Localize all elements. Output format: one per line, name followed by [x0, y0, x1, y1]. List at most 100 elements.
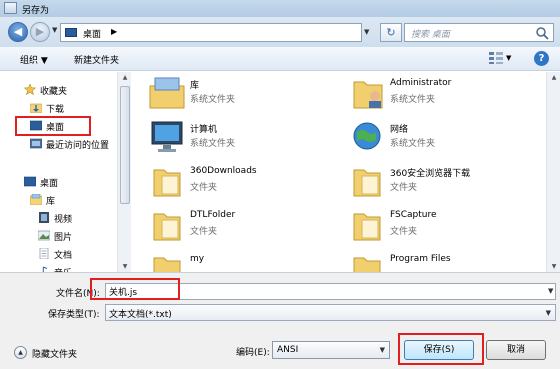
- scroll-up-icon[interactable]: ▲: [118, 74, 132, 81]
- new-folder-button[interactable]: 新建文件夹: [74, 53, 119, 66]
- encoding-label: 编码(E):: [236, 348, 270, 358]
- list-item[interactable]: my: [138, 248, 338, 272]
- list-item[interactable]: Administrator 系统文件夹: [338, 72, 538, 116]
- list-item[interactable]: 库 系统文件夹: [138, 72, 338, 116]
- filetype-label: 保存类型(T):: [48, 310, 100, 320]
- desktop-icon: [65, 28, 77, 37]
- encoding-select[interactable]: ANSI ▼: [272, 341, 390, 359]
- file-name: Administrator: [390, 78, 452, 88]
- forward-arrow-icon[interactable]: ▶: [30, 22, 50, 42]
- filetype-value: 文本文档(*.txt): [109, 310, 172, 320]
- search-input[interactable]: 搜索 桌面: [404, 23, 554, 42]
- picture-icon: [38, 230, 50, 241]
- list-item[interactable]: DTLFolder 文件夹: [138, 204, 338, 248]
- search-icon[interactable]: [535, 26, 549, 40]
- folder-icon: [353, 213, 381, 241]
- file-name: 计算机: [190, 125, 218, 135]
- sidebar-item-label: 视频: [54, 215, 73, 225]
- file-name: 库: [190, 81, 200, 91]
- address-row: ◀ ▶ ▼ 桌面 ▶ ▼ ↻ 搜索 桌面: [0, 17, 560, 47]
- sidebar-item-label: 库: [46, 197, 56, 207]
- chevron-up-icon: ▲: [14, 346, 27, 359]
- folder-icon: [353, 169, 381, 197]
- list-item[interactable]: FSCapture 文件夹: [338, 204, 538, 248]
- chevron-down-icon[interactable]: ▼: [380, 346, 385, 354]
- file-type: 文件夹: [190, 227, 218, 237]
- file-name: 360Downloads: [190, 166, 257, 176]
- file-name: Program Files: [390, 254, 451, 264]
- sidebar-item-label: 最近访问的位置: [46, 141, 110, 151]
- video-icon: [39, 212, 49, 223]
- sidebar-scroll-thumb[interactable]: [120, 86, 130, 204]
- view-options-icon[interactable]: [488, 51, 504, 65]
- search-placeholder: 搜索 桌面: [411, 30, 450, 40]
- sidebar-item-label: 桌面: [40, 179, 59, 189]
- address-bar[interactable]: 桌面 ▶: [60, 23, 362, 42]
- file-name: 网络: [390, 125, 409, 135]
- file-list: 库 系统文件夹 Administrator 系统文件夹 计算机 系统文件夹 网络…: [138, 72, 556, 272]
- file-name: my: [190, 254, 205, 264]
- list-item[interactable]: 计算机 系统文件夹: [138, 116, 338, 160]
- file-type: 系统文件夹: [390, 95, 436, 105]
- list-item[interactable]: 360Downloads 文件夹: [138, 160, 338, 204]
- chevron-down-icon[interactable]: ▼: [546, 309, 551, 317]
- folder-icon: [153, 169, 181, 197]
- file-type: 系统文件夹: [190, 95, 236, 105]
- folder-icon: [153, 257, 181, 272]
- folder-icon: [153, 213, 181, 241]
- user-folder-icon: [353, 81, 383, 109]
- cancel-button[interactable]: 取消: [486, 340, 546, 360]
- window-title: 另存为: [22, 6, 50, 16]
- file-type: 文件夹: [390, 227, 418, 237]
- desktop-icon: [24, 176, 36, 187]
- organize-menu[interactable]: 组织 ▼: [20, 53, 48, 66]
- back-arrow-icon[interactable]: ◀: [8, 22, 28, 42]
- file-type: 文件夹: [390, 183, 418, 193]
- sidebar-item-label: 图片: [54, 233, 73, 243]
- library-icon: [149, 77, 185, 109]
- file-name: FSCapture: [390, 210, 437, 220]
- command-toolbar: 组织 ▼ 新建文件夹 ▼ ?: [0, 47, 560, 71]
- list-item[interactable]: Program Files: [338, 248, 538, 272]
- view-dropdown-icon[interactable]: ▼: [506, 54, 511, 62]
- address-dropdown-icon[interactable]: ▼: [364, 28, 369, 36]
- document-icon: [39, 248, 49, 259]
- scroll-down-icon[interactable]: ▼: [547, 263, 560, 270]
- hide-folders-label: 隐藏文件夹: [32, 350, 78, 360]
- sidebar-item-label: 下载: [46, 105, 65, 115]
- sidebar-scrollbar[interactable]: ▲ ▼: [117, 72, 131, 272]
- highlight-desktop: [15, 116, 91, 136]
- help-icon[interactable]: ?: [534, 51, 549, 66]
- address-location[interactable]: 桌面: [83, 27, 101, 40]
- star-icon: [24, 84, 36, 95]
- scroll-down-icon[interactable]: ▼: [118, 263, 132, 270]
- folder-icon: [353, 257, 381, 272]
- encoding-value: ANSI: [277, 345, 299, 355]
- file-list-scrollbar[interactable]: ▲ ▼: [546, 72, 560, 272]
- recent-places-icon: [30, 138, 42, 149]
- chevron-right-icon[interactable]: ▶: [111, 27, 117, 36]
- file-type: 系统文件夹: [390, 139, 436, 149]
- file-type: 文件夹: [190, 183, 218, 193]
- title-bar: 另存为: [0, 0, 560, 17]
- file-name: DTLFolder: [190, 210, 236, 220]
- highlight-save: [398, 333, 484, 365]
- highlight-filename: [90, 278, 180, 300]
- network-icon: [353, 122, 381, 150]
- save-dialog-icon: [4, 2, 17, 14]
- list-item[interactable]: 网络 系统文件夹: [338, 116, 538, 160]
- scroll-up-icon[interactable]: ▲: [547, 74, 560, 81]
- sidebar-item-label: 收藏夹: [40, 87, 68, 97]
- computer-icon: [151, 121, 183, 152]
- filetype-select[interactable]: 文本文档(*.txt) ▼: [105, 304, 556, 321]
- history-dropdown-icon[interactable]: ▼: [52, 26, 57, 34]
- library-icon: [30, 194, 42, 205]
- download-folder-icon: [30, 103, 42, 113]
- navigation-pane: 收藏夹 下载 桌面 最近访问的位置 桌面 库 视频 图片 文档 音乐: [0, 72, 131, 272]
- file-type: 系统文件夹: [190, 139, 236, 149]
- refresh-icon[interactable]: ↻: [380, 23, 402, 42]
- file-name: 360安全浏览器下载: [390, 169, 471, 179]
- list-item[interactable]: 360安全浏览器下载 文件夹: [338, 160, 538, 204]
- sidebar-item-label: 文档: [54, 251, 73, 261]
- filename-dropdown-icon[interactable]: ▼: [548, 287, 556, 295]
